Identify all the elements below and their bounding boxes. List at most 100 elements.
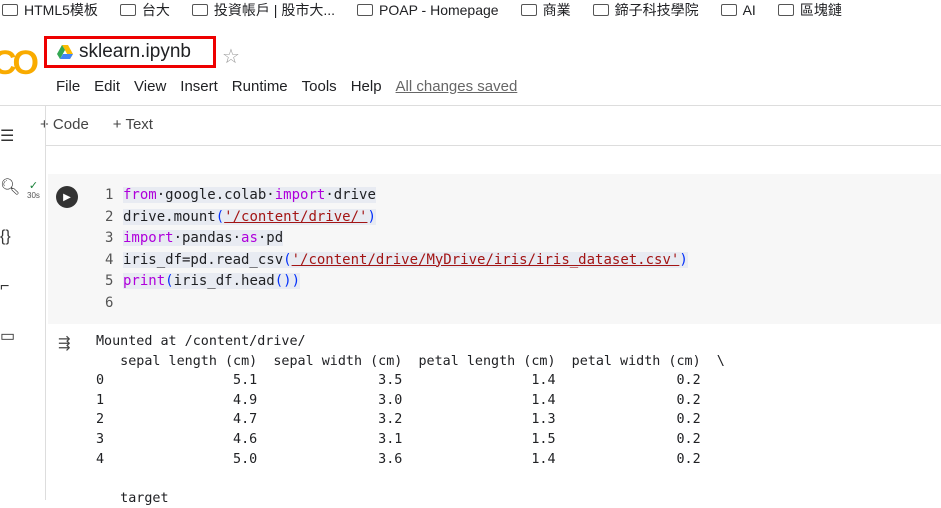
execution-time: 30s — [27, 191, 40, 200]
code-token: ) — [367, 208, 376, 225]
cell-output: Mounted at /content/drive/ sepal length … — [96, 332, 725, 508]
output-line: 2 4.7 3.2 1.3 0.2 — [96, 412, 701, 428]
divider — [0, 105, 941, 106]
add-text-button[interactable]: + Text — [113, 116, 153, 133]
folder-icon — [119, 4, 136, 16]
code-token: ( — [283, 251, 292, 268]
code-text: import·pandas·as·pd — [123, 230, 284, 246]
add-code-button[interactable]: + Code — [40, 116, 89, 133]
code-line: 1 from·google.colab·import·drive — [105, 185, 688, 207]
bookmark[interactable]: 區塊鏈 — [777, 0, 842, 20]
code-token: import — [274, 187, 326, 203]
menu-view[interactable]: View — [134, 78, 166, 95]
execution-status: ✓ 30s — [27, 180, 40, 201]
code-token: '/content/drive/MyDrive/iris/iris_datase… — [291, 251, 680, 268]
folder-icon — [777, 4, 794, 16]
line-number: 4 — [105, 251, 114, 268]
menu-edit[interactable]: Edit — [94, 78, 120, 95]
output-line: 4 5.0 3.6 1.4 0.2 — [96, 451, 701, 467]
output-line: target — [96, 490, 169, 506]
code-token: ( — [165, 273, 174, 289]
folder-icon — [592, 4, 609, 16]
code-line: 6 — [105, 293, 688, 315]
line-number: 1 — [105, 187, 114, 203]
code-line: 3 import·pandas·as·pd — [105, 228, 688, 250]
bookmark[interactable]: 商業 — [520, 0, 571, 20]
notebook-title[interactable]: sklearn.ipynb — [44, 36, 216, 68]
output-options-icon[interactable]: ⇶ — [58, 334, 71, 352]
menu-help[interactable]: Help — [351, 78, 382, 95]
bookmarks-bar: HTML5模板 台大 投資帳戶 | 股市大... POAP - Homepage 商業 鍗… — [0, 0, 941, 20]
code-token: iris_df=pd.read_csv — [123, 251, 284, 268]
left-sidebar — [0, 105, 46, 500]
folder-icon — [720, 4, 737, 16]
google-drive-icon — [57, 45, 73, 59]
output-line: 1 4.9 3.0 1.4 0.2 — [96, 392, 701, 408]
code-token: from — [123, 187, 157, 203]
divider — [45, 145, 941, 146]
bookmark-label: POAP - Homepage — [379, 2, 499, 18]
code-token: ·drive — [325, 187, 376, 203]
bookmark[interactable]: POAP - Homepage — [357, 2, 499, 18]
colab-logo[interactable]: CO — [0, 44, 39, 83]
output-line: Mounted at /content/drive/ — [96, 334, 306, 349]
code-line: 2 drive.mount('/content/drive/') — [105, 207, 688, 229]
code-token: drive.mount — [123, 208, 216, 225]
folder-icon — [2, 4, 18, 16]
secrets-icon[interactable]: ⌐ — [0, 278, 9, 296]
files-icon[interactable]: ▭ — [0, 326, 15, 346]
code-token: ·google.colab· — [156, 187, 275, 203]
bookmark-label: 商業 — [542, 2, 571, 18]
code-token: iris_df.head — [173, 273, 275, 289]
code-token: import — [123, 230, 174, 246]
code-token: print — [123, 273, 166, 289]
line-number: 5 — [105, 273, 114, 289]
bookmark[interactable]: 投資帳戶 | 股市大... — [191, 0, 335, 20]
menu-bar: File Edit View Insert Runtime Tools Help… — [56, 78, 517, 95]
bookmark[interactable]: 鍗子科技學院 — [592, 0, 699, 20]
code-token: ·pd — [257, 230, 284, 246]
star-icon[interactable]: ☆ — [222, 44, 240, 69]
bookmark-label: 投資帳戶 | 股市大... — [213, 2, 335, 18]
code-token: as — [241, 230, 258, 246]
code-token: '/content/drive/' — [224, 208, 368, 225]
code-editor[interactable]: 1 from·google.colab·import·drive 2 drive.mo… — [105, 185, 688, 314]
output-line: 3 4.6 3.1 1.5 0.2 — [96, 431, 701, 447]
folder-icon — [357, 4, 373, 16]
bookmark-label: AI — [742, 2, 756, 18]
line-number: 3 — [105, 230, 114, 246]
menu-file[interactable]: File — [56, 78, 80, 95]
code-token: ( — [215, 208, 225, 225]
toc-icon[interactable]: ☰ — [0, 126, 14, 146]
menu-insert[interactable]: Insert — [180, 78, 218, 95]
toolbar: + Code + Text — [40, 116, 153, 133]
code-line: 4 iris_df=pd.read_csv('/content/drive/MyD… — [105, 250, 688, 272]
notebook-title-text[interactable]: sklearn.ipynb — [79, 41, 191, 63]
variables-icon[interactable]: {} — [0, 228, 11, 246]
bookmark-label: 鍗子科技學院 — [614, 2, 699, 18]
menu-tools[interactable]: Tools — [302, 78, 337, 95]
folder-icon — [191, 4, 208, 16]
save-status[interactable]: All changes saved — [396, 78, 518, 95]
code-line: 5 print(iris_df.head()) — [105, 271, 688, 293]
bookmark[interactable]: HTML5模板 — [2, 0, 98, 20]
search-icon[interactable]: 🔍︎ — [0, 177, 20, 197]
code-text: iris_df=pd.read_csv('/content/drive/MyDr… — [123, 251, 688, 268]
run-cell-button[interactable]: ▶ — [56, 186, 78, 208]
code-text: from·google.colab·import·drive — [123, 187, 376, 203]
output-line: 0 5.1 3.5 1.4 0.2 — [96, 373, 701, 389]
code-text: print(iris_df.head()) — [123, 273, 301, 289]
folder-icon — [520, 4, 537, 16]
bookmark-label: 台大 — [141, 2, 170, 18]
bookmark[interactable]: 台大 — [119, 0, 170, 20]
code-token: ) — [679, 251, 688, 268]
output-line: sepal length (cm) sepal width (cm) petal… — [96, 353, 725, 369]
code-token: ·pandas· — [173, 230, 242, 246]
bookmark[interactable]: AI — [720, 2, 756, 18]
bookmark-label: HTML5模板 — [24, 2, 98, 18]
bookmark-label: 區塊鏈 — [799, 2, 842, 18]
menu-runtime[interactable]: Runtime — [232, 78, 288, 95]
line-number: 2 — [105, 208, 114, 225]
line-number: 6 — [105, 294, 114, 311]
